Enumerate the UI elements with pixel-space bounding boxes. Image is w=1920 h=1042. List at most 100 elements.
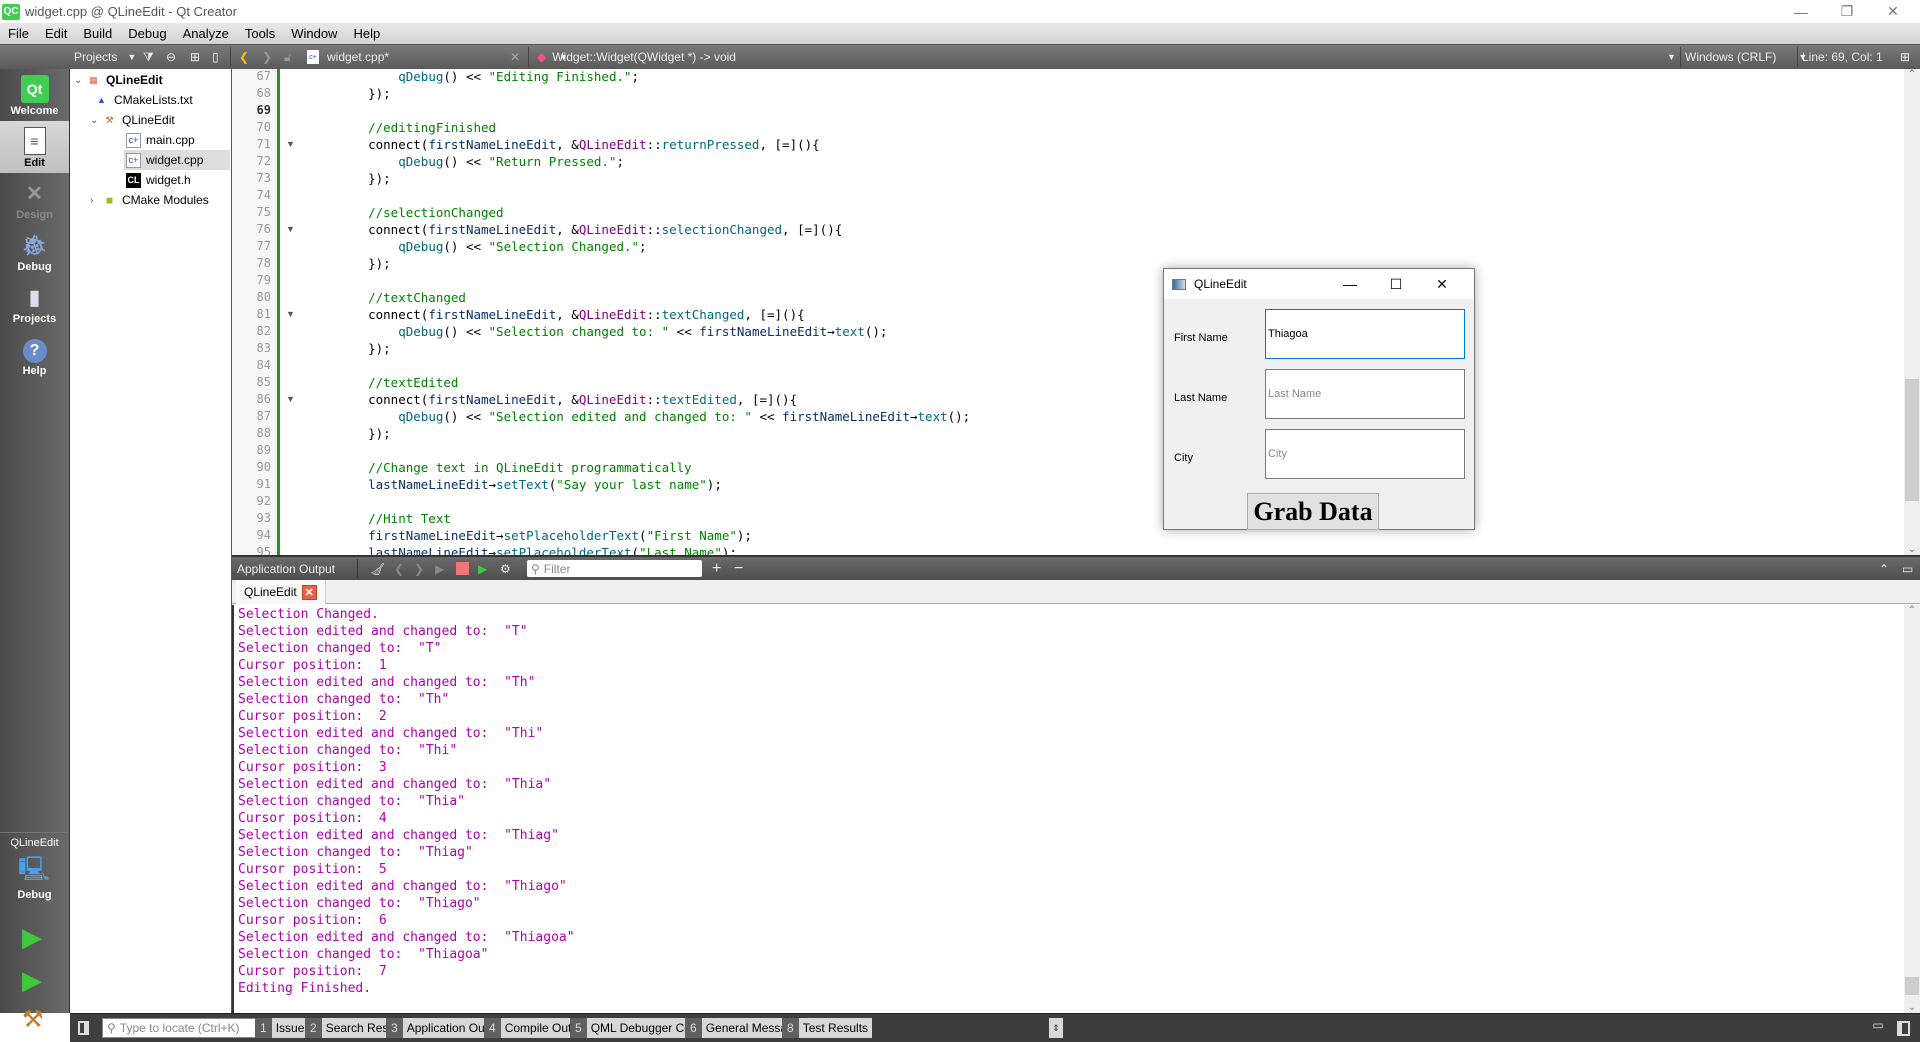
- maximize-pane-icon[interactable]: ⌃: [1879, 557, 1889, 580]
- scrollbar-thumb[interactable]: [1905, 379, 1919, 501]
- code-line: //textChanged: [338, 290, 466, 305]
- mode-welcome[interactable]: Qt Welcome: [0, 69, 69, 121]
- filter-placeholder: Filter: [543, 561, 571, 576]
- debug-run-icon[interactable]: ▶: [22, 965, 42, 996]
- app-minimize-button[interactable]: —: [1327, 269, 1373, 299]
- menu-file[interactable]: File: [0, 26, 37, 41]
- close-document-icon[interactable]: ✕: [510, 45, 520, 69]
- chevron-down-icon[interactable]: ▼: [1667, 45, 1676, 69]
- menu-analyze[interactable]: Analyze: [175, 26, 237, 41]
- projects-view-selector[interactable]: Projects ▼: [74, 45, 136, 69]
- clear-output-icon[interactable]: 🧹︎: [370, 557, 385, 580]
- grab-data-button[interactable]: Grab Data: [1247, 493, 1379, 530]
- tree-node-cmakelists[interactable]: ▲ CMakeLists.txt: [94, 90, 193, 110]
- code-line: qDebug() << "Return Pressed.";: [398, 154, 624, 169]
- menu-edit[interactable]: Edit: [37, 26, 75, 41]
- menu-debug[interactable]: Debug: [120, 26, 174, 41]
- output-line: Selection changed to: "Thi": [238, 743, 458, 758]
- fold-arrow-icon[interactable]: ▼: [286, 306, 295, 323]
- modules-icon: ◼: [105, 194, 114, 205]
- tree-node-project[interactable]: ⌄ ▦ QLineEdit: [74, 70, 163, 90]
- next-icon[interactable]: ❯: [414, 557, 424, 580]
- back-arrow-icon[interactable]: ❮: [239, 45, 249, 69]
- stop-icon[interactable]: [456, 562, 469, 575]
- mode-design[interactable]: ✕ Design: [0, 173, 69, 225]
- rerun-icon[interactable]: ▶: [435, 557, 444, 580]
- city-input[interactable]: City: [1265, 429, 1465, 479]
- tree-node-target[interactable]: ⌄ ⚒ QLineEdit: [90, 110, 175, 130]
- split-view-icon[interactable]: ⊞: [190, 45, 200, 69]
- toggle-sidebar-icon[interactable]: [78, 1021, 89, 1035]
- tree-node-cmake-modules[interactable]: › ◼ CMake Modules: [90, 190, 209, 210]
- scroll-down-icon[interactable]: ⌄: [1904, 1002, 1920, 1013]
- menu-tools[interactable]: Tools: [237, 26, 283, 41]
- app-maximize-button[interactable]: ☐: [1373, 269, 1419, 299]
- settings-gear-icon[interactable]: ⚙: [500, 557, 511, 580]
- kit-build-config[interactable]: Debug: [0, 889, 69, 901]
- kit-selector-icon[interactable]: 🖳︎: [18, 852, 50, 883]
- output-scrollbar[interactable]: ⌃ ⌄: [1904, 605, 1920, 1013]
- zoom-in-icon[interactable]: +: [712, 557, 721, 580]
- output-tab-qlineedit[interactable]: QLineEdit ✕: [236, 580, 326, 604]
- tree-node-main-cpp[interactable]: c+ main.cpp: [126, 130, 195, 150]
- minimize-button[interactable]: —: [1778, 0, 1824, 23]
- application-output[interactable]: Selection Changed. Selection edited and c…: [232, 605, 1920, 1013]
- scroll-up-icon[interactable]: ⌃: [1904, 605, 1920, 616]
- pane-button-test-results[interactable]: 8 Test Results: [782, 1018, 873, 1038]
- progress-details-icon[interactable]: ▭: [1867, 1018, 1889, 1038]
- output-line: Selection edited and changed to: "Thiago…: [238, 879, 567, 894]
- debug-attach-icon[interactable]: ▶: [478, 557, 487, 580]
- mode-projects[interactable]: ▮ Projects: [0, 277, 69, 329]
- line-number: 95: [256, 545, 271, 555]
- cursor-position[interactable]: Line: 69, Col: 1: [1802, 45, 1883, 69]
- mode-label: Design: [16, 209, 53, 221]
- tree-node-widget-h[interactable]: CL widget.h: [126, 170, 191, 190]
- line-number: 80: [256, 290, 271, 304]
- editor-scrollbar[interactable]: ⌃ ⌄: [1904, 69, 1920, 555]
- toggle-right-sidebar-icon[interactable]: [1897, 1021, 1910, 1036]
- link-with-editor-icon[interactable]: ⊖: [166, 45, 176, 69]
- menu-build[interactable]: Build: [75, 26, 120, 41]
- split-editor-icon[interactable]: ⊞: [1900, 45, 1910, 69]
- close-tab-icon[interactable]: ✕: [301, 584, 317, 600]
- scrollbar-thumb[interactable]: [1905, 977, 1919, 995]
- menu-window[interactable]: Window: [283, 26, 345, 41]
- previous-icon[interactable]: ❮: [394, 557, 404, 580]
- line-number: 74: [256, 188, 271, 202]
- more-panes-icon[interactable]: ⇕: [1049, 1018, 1063, 1038]
- close-sidebar-icon[interactable]: ▯: [212, 45, 219, 69]
- fold-arrow-icon[interactable]: ▼: [286, 221, 295, 238]
- mode-help[interactable]: ? Help: [0, 329, 69, 381]
- first-name-input[interactable]: Thiagoa: [1265, 309, 1465, 359]
- code-line: lastNameLineEdit→setPlaceholderText("Las…: [368, 545, 737, 555]
- build-hammer-icon[interactable]: ⚒: [22, 1005, 44, 1034]
- output-line: Cursor position: 2: [238, 709, 387, 724]
- restore-button[interactable]: ❐: [1824, 0, 1870, 23]
- scroll-down-icon[interactable]: ⌄: [1904, 544, 1920, 555]
- forward-arrow-icon[interactable]: ❯: [262, 45, 272, 69]
- close-button[interactable]: ✕: [1870, 0, 1916, 23]
- output-pane-header: Application Output 🧹︎ ❮ ❯ ▶ ▶ ⚙ ⚲ Filter…: [232, 555, 1920, 580]
- fold-arrow-icon[interactable]: ▼: [286, 136, 295, 153]
- mode-edit[interactable]: ≡ Edit: [0, 121, 69, 173]
- app-close-button[interactable]: ✕: [1419, 269, 1465, 299]
- filter-tree-icon[interactable]: ⧩: [143, 45, 154, 69]
- line-number: 92: [256, 494, 271, 508]
- mode-debug[interactable]: 🐞︎ Debug: [0, 225, 69, 277]
- symbol-selector[interactable]: ◆ Widget::Widget(QWidget *) -> void: [537, 45, 736, 69]
- zoom-out-icon[interactable]: −: [734, 557, 743, 580]
- output-filter-input[interactable]: ⚲ Filter: [527, 560, 702, 577]
- fold-arrow-icon[interactable]: ▼: [286, 391, 295, 408]
- lock-icon: 🔓︎: [284, 49, 292, 64]
- scroll-up-icon[interactable]: ⌃: [1904, 69, 1920, 80]
- line-ending-selector[interactable]: Windows (CRLF) ▼: [1685, 45, 1807, 69]
- last-name-input[interactable]: Last Name: [1265, 369, 1465, 419]
- output-line: Selection changed to: "Thiag": [238, 845, 473, 860]
- line-number: 93: [256, 511, 271, 525]
- hide-pane-icon[interactable]: ▭: [1902, 557, 1913, 580]
- run-icon[interactable]: ▶: [22, 922, 42, 953]
- output-tab-label: QLineEdit: [244, 585, 297, 599]
- tree-node-widget-cpp[interactable]: c+ widget.cpp: [124, 150, 230, 170]
- menu-help[interactable]: Help: [345, 26, 388, 41]
- code-editor[interactable]: 67 68 69 70 71 72 73 74 75 76 77 78 79 80 81 82 83 84 85 86…: [232, 69, 1920, 555]
